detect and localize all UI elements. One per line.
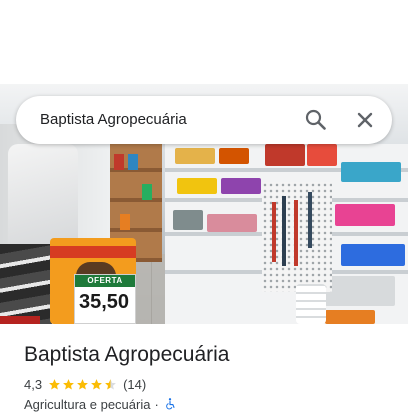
blank-header-area [0,0,408,84]
star-full-icon [91,378,102,389]
place-title: Baptista Agropecuária [24,343,230,366]
star-full-icon [63,378,74,389]
clear-search-button[interactable] [349,104,381,136]
wheelchair-icon [165,398,175,410]
separator-dot: · [154,396,159,412]
offer-price: 35,50 [79,291,130,313]
offer-label: OFERTA [75,275,135,287]
star-full-icon [49,378,60,389]
rating-row[interactable]: 4,3 (14) [24,376,146,392]
search-button[interactable] [300,104,332,136]
search-icon [305,109,326,130]
review-count[interactable]: (14) [123,377,146,392]
category-row: Agricultura e pecuária · [24,396,177,412]
place-category[interactable]: Agricultura e pecuária [24,397,150,412]
search-bar[interactable]: Baptista Agropecuária [16,96,392,144]
rating-value: 4,3 [24,376,43,392]
star-full-icon [77,378,88,389]
star-rating [48,378,117,391]
offer-price-tag: OFERTA 35,50 [74,274,136,324]
star-half-icon [105,378,116,389]
close-icon [357,112,373,128]
search-query[interactable]: Baptista Agropecuária [40,96,187,144]
